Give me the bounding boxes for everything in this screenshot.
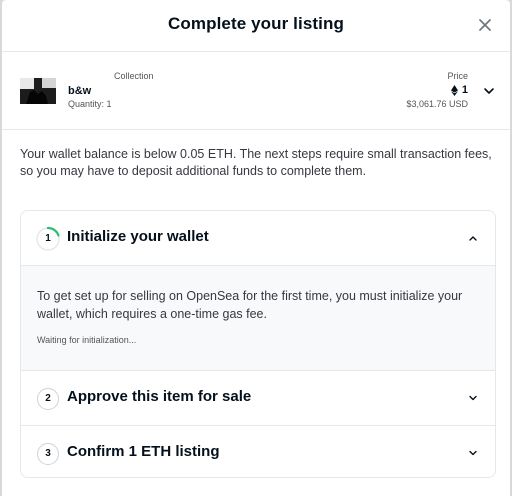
close-icon bbox=[479, 19, 491, 31]
close-button[interactable] bbox=[474, 14, 496, 36]
step-confirm-listing[interactable]: 3 Confirm 1 ETH listing bbox=[21, 426, 495, 477]
collection-header: Collection bbox=[114, 71, 154, 81]
step-approve-item[interactable]: 2 Approve this item for sale bbox=[21, 371, 495, 425]
chevron-down-icon bbox=[484, 88, 494, 94]
step-label: Confirm 1 ETH listing bbox=[67, 443, 220, 460]
step-initialize-wallet[interactable]: 1 Initialize your wallet bbox=[21, 211, 495, 265]
step-number: 2 bbox=[37, 388, 59, 410]
ethereum-icon bbox=[450, 84, 458, 96]
item-expand-button[interactable] bbox=[482, 84, 496, 98]
step-label: Initialize your wallet bbox=[67, 228, 209, 245]
balance-notice: Your wallet balance is below 0.05 ETH. T… bbox=[20, 147, 492, 178]
listing-steps: 1 Initialize your wallet 2 Approve this … bbox=[20, 210, 496, 478]
item-name: b&w bbox=[68, 85, 92, 97]
modal-title: Complete your listing bbox=[168, 14, 344, 33]
price-eth: 1 bbox=[450, 84, 468, 96]
step-label: Approve this item for sale bbox=[67, 388, 252, 405]
listing-modal: Complete your listing Collection b&w Qua… bbox=[2, 0, 510, 496]
price-usd: $3,061.76 USD bbox=[406, 99, 468, 109]
step-description: To get set up for selling on OpenSea for… bbox=[37, 289, 463, 321]
item-quantity: Quantity: 1 bbox=[68, 99, 112, 109]
step-status: Waiting for initialization... bbox=[37, 335, 137, 345]
price-eth-value: 1 bbox=[461, 84, 468, 96]
chevron-down-icon bbox=[469, 450, 477, 456]
step-number: 1 bbox=[45, 233, 51, 244]
price-header: Price bbox=[447, 71, 468, 81]
modal-header: Complete your listing bbox=[2, 0, 510, 52]
chevron-up-icon bbox=[469, 236, 477, 241]
step-number: 3 bbox=[37, 443, 59, 465]
chevron-down-icon bbox=[469, 395, 477, 401]
item-summary: Collection b&w Quantity: 1 Price 1 $3,06… bbox=[2, 52, 510, 130]
item-thumbnail bbox=[20, 78, 56, 104]
